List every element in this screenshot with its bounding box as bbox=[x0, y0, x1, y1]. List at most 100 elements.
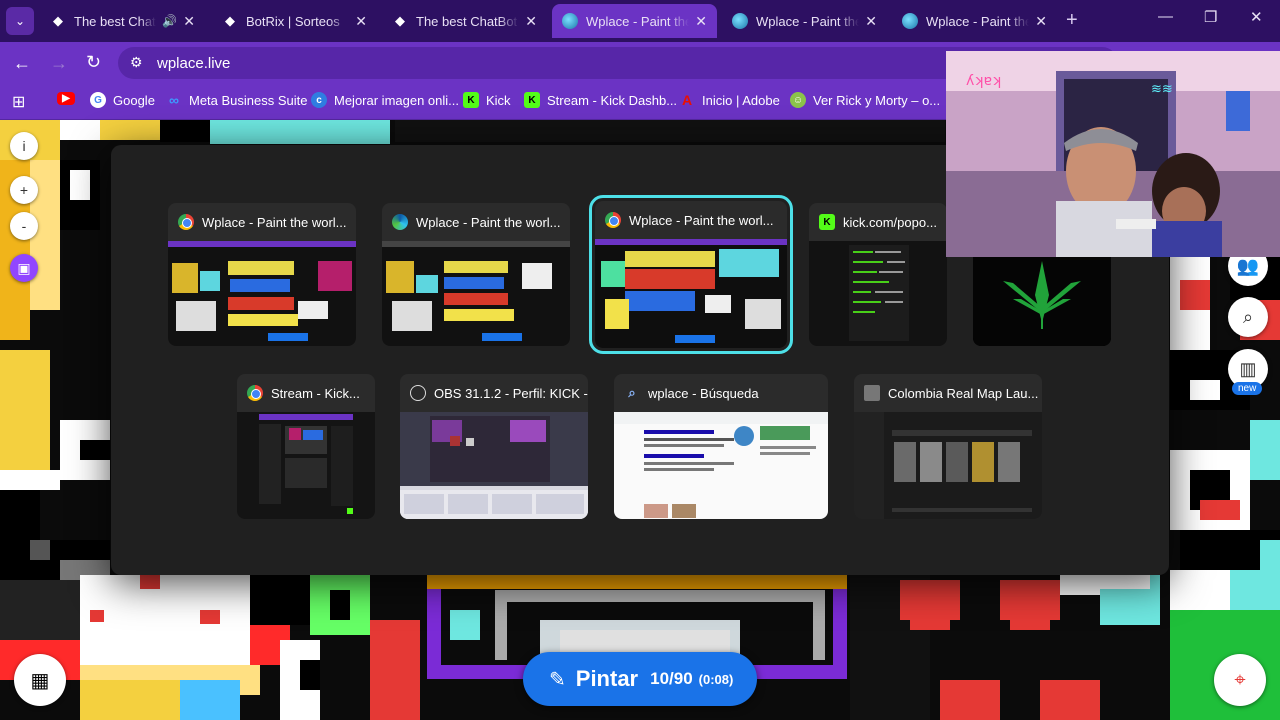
twitch-icon[interactable]: ▣ bbox=[10, 254, 38, 282]
card-thumbnail bbox=[168, 241, 356, 346]
card-header: K kick.com/popo... bbox=[809, 203, 947, 241]
close-icon[interactable]: ✕ bbox=[865, 13, 877, 30]
bookmark-adobe[interactable]: A Inicio | Adobe bbox=[679, 92, 780, 108]
bookmark-youtube[interactable]: ▶ bbox=[57, 92, 82, 105]
minimize-icon[interactable]: — bbox=[1158, 8, 1173, 25]
close-icon[interactable]: ✕ bbox=[525, 13, 537, 30]
pixel-tile bbox=[910, 600, 950, 630]
switcher-card-obs[interactable]: OBS 31.1.2 - Perfil: KICK -... bbox=[400, 374, 588, 519]
tab-botrix[interactable]: ◆ BotRix | Sorteos ✕ bbox=[212, 4, 377, 38]
tab-strip: ⌄ ◆ The best ChatBot 🔊 ✕ ◆ BotRix | Sort… bbox=[0, 0, 1280, 42]
tab-wplace-active[interactable]: Wplace - Paint the ✕ bbox=[552, 4, 717, 38]
pixel-tile bbox=[80, 680, 180, 720]
app-icon bbox=[864, 385, 880, 401]
pixel-tile bbox=[1260, 540, 1280, 580]
pixel-tile bbox=[200, 610, 220, 624]
close-icon[interactable]: ✕ bbox=[355, 13, 367, 30]
pixel-tile bbox=[395, 120, 945, 142]
window-close-icon[interactable]: ✕ bbox=[1250, 8, 1263, 26]
adobe-icon: A bbox=[681, 92, 693, 108]
chrome-icon bbox=[178, 214, 194, 230]
card-header: Stream - Kick... bbox=[237, 374, 375, 412]
pixel-tile bbox=[1200, 500, 1240, 520]
switcher-card-kick-stream[interactable]: Stream - Kick... bbox=[237, 374, 375, 519]
switcher-card-search[interactable]: ⌕ wplace - Búsqueda bbox=[614, 374, 828, 519]
card-title: kick.com/popo... bbox=[843, 214, 937, 230]
close-icon[interactable]: ✕ bbox=[695, 13, 707, 30]
botrix-icon: ◆ bbox=[395, 13, 405, 28]
bookmark-enhance[interactable]: c Mejorar imagen onli... bbox=[311, 92, 459, 108]
pixel-tile bbox=[495, 590, 507, 660]
search-map-icon[interactable]: ⌕ bbox=[1228, 297, 1268, 337]
brush-icon: ✎ bbox=[549, 668, 566, 691]
bookmark-label: Google bbox=[113, 92, 155, 108]
close-icon[interactable]: ✕ bbox=[183, 13, 195, 30]
apps-grid-icon[interactable]: ⊞ bbox=[12, 92, 25, 112]
globe-icon bbox=[562, 13, 578, 29]
speaker-icon[interactable]: 🔊 bbox=[162, 14, 177, 28]
zoom-in-icon[interactable]: + bbox=[10, 176, 38, 204]
tab-wplace-3[interactable]: Wplace - Paint the ✕ bbox=[892, 4, 1057, 38]
bookmark-label: Stream - Kick Dashb... bbox=[547, 92, 678, 108]
tab-title: The best ChatBot bbox=[74, 13, 156, 29]
switcher-card-wplace-edge[interactable]: Wplace - Paint the worl... bbox=[382, 203, 570, 346]
bookmark-label: Ver Rick y Morty – o... bbox=[813, 92, 941, 108]
new-tab-icon[interactable]: + bbox=[1066, 9, 1078, 32]
palette-icon[interactable]: ▦ bbox=[14, 654, 66, 706]
bookmark-meta[interactable]: ∞ Meta Business Suite bbox=[166, 92, 308, 108]
pixel-tile bbox=[813, 590, 825, 660]
kick-icon: K bbox=[463, 92, 479, 108]
reload-icon[interactable]: ↻ bbox=[86, 52, 101, 73]
site-info-icon[interactable]: ⚙ bbox=[130, 54, 143, 71]
pixel-tile bbox=[330, 590, 350, 620]
obs-icon bbox=[410, 385, 426, 401]
zoom-out-icon[interactable]: - bbox=[10, 212, 38, 240]
pixel-tile bbox=[80, 440, 110, 460]
chrome-icon bbox=[247, 385, 263, 401]
tab-wplace-2[interactable]: Wplace - Paint the ✕ bbox=[722, 4, 887, 38]
card-thumbnail bbox=[400, 412, 588, 519]
card-thumbnail bbox=[809, 241, 947, 346]
card-thumbnail bbox=[237, 412, 375, 519]
pixel-tile bbox=[1190, 380, 1220, 400]
bookmark-kick[interactable]: K Kick bbox=[463, 92, 511, 108]
forward-icon[interactable]: → bbox=[50, 53, 68, 74]
paint-charges: 10/90 bbox=[650, 669, 693, 688]
back-icon[interactable]: ← bbox=[13, 53, 31, 74]
svg-text:ʎʞɐʞ: ʎʞɐʞ bbox=[966, 73, 1001, 89]
card-header: Wplace - Paint the worl... bbox=[168, 203, 356, 241]
bookmark-rick-morty[interactable]: ☺ Ver Rick y Morty – o... bbox=[790, 92, 940, 108]
pixel-tile bbox=[940, 680, 1000, 720]
card-thumbnail bbox=[382, 241, 570, 346]
card-title: Wplace - Paint the worl... bbox=[629, 212, 774, 228]
card-title: wplace - Búsqueda bbox=[648, 385, 759, 401]
tab-title: Wplace - Paint the bbox=[756, 13, 860, 29]
google-icon: G bbox=[90, 92, 106, 108]
tab-search-icon[interactable]: ⌄ bbox=[6, 7, 34, 35]
restore-icon[interactable]: ❐ bbox=[1204, 8, 1217, 26]
switcher-card-wplace-selected[interactable]: Wplace - Paint the worl... bbox=[589, 195, 793, 354]
switcher-card-wplace-chrome[interactable]: Wplace - Paint the worl... bbox=[168, 203, 356, 346]
tab-chatbot-2[interactable]: ◆ The best ChatBot e ✕ bbox=[382, 4, 547, 38]
tab-chatbot-1[interactable]: ◆ The best ChatBot 🔊 ✕ bbox=[40, 4, 205, 38]
bookmark-kick-dashboard[interactable]: K Stream - Kick Dashb... bbox=[524, 92, 677, 108]
pixel-tile bbox=[300, 660, 320, 690]
screen: ⌄ ◆ The best ChatBot 🔊 ✕ ◆ BotRix | Sort… bbox=[0, 0, 1280, 720]
url-text[interactable]: wplace.live bbox=[157, 55, 230, 72]
card-title: Colombia Real Map Lau... bbox=[888, 385, 1039, 401]
switcher-card-colombia-map[interactable]: Colombia Real Map Lau... bbox=[854, 374, 1042, 519]
paint-button[interactable]: ✎ Pintar 10/90 (0:08) bbox=[523, 652, 757, 706]
pixel-tile bbox=[100, 120, 160, 140]
paint-label: Pintar bbox=[575, 666, 639, 691]
tab-title: Wplace - Paint the bbox=[926, 13, 1030, 29]
bookmark-google[interactable]: G Google bbox=[90, 92, 155, 108]
card-title: Wplace - Paint the worl... bbox=[202, 214, 347, 230]
locate-icon[interactable]: ⌖ bbox=[1214, 654, 1266, 706]
close-icon[interactable]: ✕ bbox=[1035, 13, 1047, 30]
card-header: Colombia Real Map Lau... bbox=[854, 374, 1042, 412]
switcher-card-kick[interactable]: K kick.com/popo... bbox=[809, 203, 947, 346]
pixel-tile bbox=[0, 490, 40, 540]
info-icon[interactable]: i bbox=[10, 132, 38, 160]
webcam-overlay: ʎʞɐʞ ≋≋ bbox=[946, 51, 1280, 257]
botrix-icon: ◆ bbox=[225, 13, 235, 28]
